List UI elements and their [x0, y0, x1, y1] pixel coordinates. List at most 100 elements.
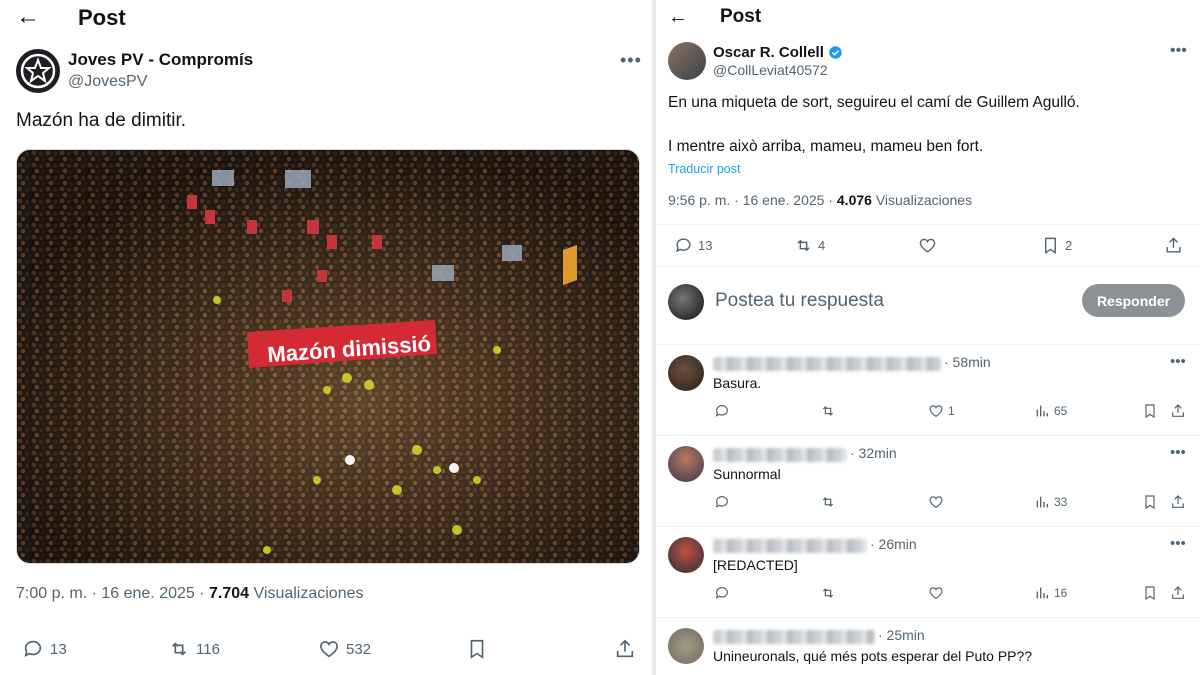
- views-button[interactable]: 33: [1034, 494, 1067, 510]
- bookmark-button[interactable]: 2: [1041, 236, 1072, 255]
- crowd-photo: Mazón dimissió: [17, 150, 639, 563]
- post-timestamp[interactable]: 9:56 p. m. · 16 ene. 2025 ·: [668, 192, 837, 208]
- reply-button[interactable]: [714, 494, 730, 510]
- views-label: Visualizaciones: [871, 192, 973, 208]
- repost-button[interactable]: [820, 494, 836, 510]
- avatar[interactable]: [16, 49, 60, 93]
- post-image[interactable]: Mazón dimissió: [16, 149, 640, 564]
- page-title: Post: [78, 5, 126, 30]
- view-count: 4.076: [836, 192, 872, 208]
- back-arrow-icon[interactable]: ←: [16, 5, 40, 29]
- share-button[interactable]: [614, 638, 636, 660]
- avatar[interactable]: [668, 42, 706, 80]
- bookmark-button[interactable]: [1142, 403, 1158, 419]
- repost-button[interactable]: 116: [168, 638, 220, 660]
- more-options-icon[interactable]: •••: [1170, 353, 1186, 370]
- share-button[interactable]: [1164, 236, 1183, 255]
- reply-button[interactable]: [714, 403, 730, 419]
- post-timestamp[interactable]: 7:00 p. m. · 16 ene. 2025 ·: [16, 585, 209, 602]
- left-post-panel: ← Post Joves PV - Compromís @JovesPV •••…: [0, 0, 652, 675]
- more-options-icon[interactable]: •••: [1170, 535, 1186, 552]
- more-options-icon[interactable]: •••: [1170, 444, 1186, 461]
- view-count: 16: [1054, 586, 1068, 600]
- heart-icon: [929, 496, 943, 509]
- avatar[interactable]: [668, 355, 704, 391]
- avatar[interactable]: [668, 446, 704, 482]
- bookmark-button[interactable]: [1142, 494, 1158, 510]
- list-item[interactable]: · 26min ••• [REDACTED] 16: [656, 527, 1200, 617]
- like-button[interactable]: [918, 236, 937, 255]
- author-handle[interactable]: @CollLeviat40572: [713, 62, 828, 78]
- divider: [656, 266, 1200, 267]
- share-icon: [1172, 495, 1184, 508]
- share-button[interactable]: [1170, 494, 1186, 510]
- like-button[interactable]: [928, 494, 944, 510]
- bookmark-button[interactable]: [466, 638, 488, 660]
- blurred-username: [713, 630, 875, 644]
- reply-icon: [676, 238, 691, 253]
- reply-button[interactable]: 13: [22, 638, 67, 660]
- list-item[interactable]: · 58min ••• Basura. 1 65: [656, 345, 1200, 435]
- share-button[interactable]: [1170, 403, 1186, 419]
- analytics-icon: [1036, 405, 1048, 417]
- more-options-icon[interactable]: •••: [1170, 42, 1187, 60]
- repost-icon: [822, 406, 834, 416]
- post-meta: 7:00 p. m. · 16 ene. 2025 · 7.704 Visual…: [16, 585, 364, 603]
- reply-icon: [715, 496, 728, 508]
- reply-text: Unineuronals, qué més pots esperar del P…: [713, 648, 1033, 664]
- repost-button[interactable]: 4: [794, 236, 825, 255]
- like-button[interactable]: 532: [318, 638, 371, 660]
- heart-icon: [319, 641, 339, 658]
- repost-button[interactable]: [820, 403, 836, 419]
- avatar[interactable]: [668, 537, 704, 573]
- reply-time: · 32min: [850, 445, 897, 461]
- blurred-username: [713, 539, 867, 553]
- reply-button[interactable]: 13: [674, 236, 712, 255]
- reply-icon: [715, 587, 728, 599]
- avatar: [668, 284, 704, 320]
- author-handle[interactable]: @JovesPV: [68, 73, 147, 91]
- reply-time: · 25min: [878, 627, 925, 643]
- views-button[interactable]: 65: [1034, 403, 1067, 419]
- author-name[interactable]: Joves PV - Compromís: [68, 50, 253, 70]
- bookmark-count: 2: [1065, 238, 1073, 253]
- bookmark-icon: [1045, 237, 1056, 254]
- list-item[interactable]: · 25min Unineuronals, qué més pots esper…: [656, 618, 1200, 675]
- author-name[interactable]: Oscar R. Collell: [713, 44, 824, 61]
- reply-input[interactable]: Postea tu respuesta: [715, 290, 884, 312]
- repost-icon: [171, 642, 187, 656]
- back-arrow-icon[interactable]: ←: [668, 6, 688, 28]
- reply-icon: [24, 640, 42, 657]
- like-count: 532: [346, 640, 372, 658]
- like-button[interactable]: 1: [928, 403, 955, 419]
- avatar[interactable]: [668, 628, 704, 664]
- blurred-username: [713, 357, 941, 371]
- star-logo-icon: [20, 53, 56, 89]
- author-name-row[interactable]: Oscar R. Collell: [713, 44, 843, 61]
- share-icon: [616, 639, 634, 658]
- reply-text: Basura.: [713, 375, 762, 391]
- like-button[interactable]: [928, 585, 944, 601]
- more-options-icon[interactable]: •••: [620, 50, 642, 71]
- reply-submit-button[interactable]: Responder: [1082, 284, 1185, 317]
- views-button[interactable]: 16: [1034, 585, 1067, 601]
- bookmark-icon: [1145, 495, 1155, 510]
- divider: [656, 224, 1200, 225]
- view-count: 33: [1054, 495, 1068, 509]
- heart-icon: [919, 238, 936, 253]
- verified-badge-icon: [829, 46, 842, 59]
- bookmark-button[interactable]: [1142, 585, 1158, 601]
- analytics-icon: [1036, 496, 1048, 508]
- reply-time: · 58min: [944, 354, 991, 370]
- view-count: 7.704: [209, 585, 250, 602]
- share-button[interactable]: [1170, 585, 1186, 601]
- analytics-icon: [1036, 587, 1048, 599]
- page-title: Post: [720, 6, 762, 27]
- reply-button[interactable]: [714, 585, 730, 601]
- translate-link[interactable]: Traducir post: [668, 162, 740, 176]
- repost-count: 4: [818, 238, 826, 253]
- reply-text: Sunnormal: [713, 466, 781, 482]
- list-item[interactable]: · 32min ••• Sunnormal 33: [656, 436, 1200, 526]
- post-meta: 9:56 p. m. · 16 ene. 2025 · 4.076 Visual…: [668, 192, 972, 208]
- repost-button[interactable]: [820, 585, 836, 601]
